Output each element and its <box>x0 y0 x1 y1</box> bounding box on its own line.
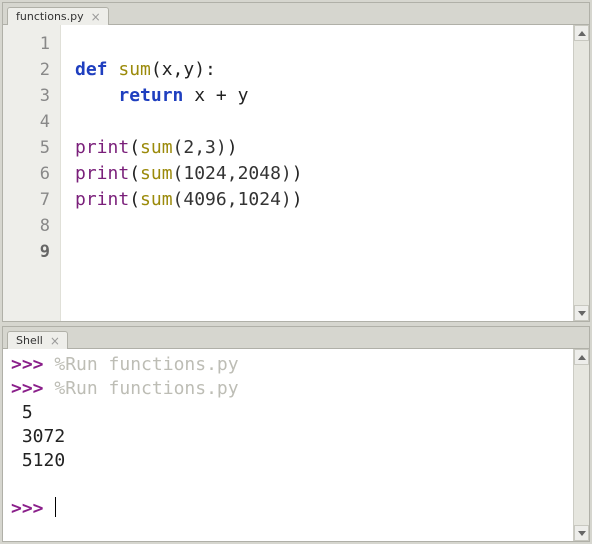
line-number: 2 <box>3 57 60 83</box>
line-number: 4 <box>3 109 60 135</box>
scroll-up-button[interactable] <box>574 349 589 365</box>
code-line: print(sum(2,3)) <box>75 137 238 158</box>
line-number-gutter: 1 2 3 4 5 6 7 8 9 <box>3 25 61 321</box>
code-line: print(sum(4096,1024)) <box>75 189 303 210</box>
code-editor[interactable]: def sum(x,y): return x + y print(sum(2,3… <box>61 25 573 321</box>
scroll-down-button[interactable] <box>574 305 589 321</box>
shell-line: >>> %Run functions.py <box>11 354 239 375</box>
close-icon[interactable]: × <box>90 11 102 23</box>
scroll-up-button[interactable] <box>574 25 589 41</box>
editor-tabbar: functions.py × <box>3 3 589 25</box>
shell-output: 3072 <box>11 426 65 447</box>
tab-functions-py[interactable]: functions.py × <box>7 7 109 25</box>
line-number: 3 <box>3 83 60 109</box>
scroll-down-button[interactable] <box>574 525 589 541</box>
shell-line: >>> <box>11 498 56 519</box>
editor-content: 1 2 3 4 5 6 7 8 9 def sum(x,y): return x… <box>3 25 589 321</box>
tab-label: functions.py <box>16 10 84 23</box>
chevron-up-icon <box>578 355 586 360</box>
chevron-up-icon <box>578 31 586 36</box>
shell-terminal[interactable]: >>> %Run functions.py >>> %Run functions… <box>3 349 573 541</box>
tab-shell[interactable]: Shell × <box>7 331 68 349</box>
line-number: 7 <box>3 187 60 213</box>
line-number: 1 <box>3 31 60 57</box>
shell-output: 5 <box>11 402 33 423</box>
chevron-down-icon <box>578 531 586 536</box>
code-line: def sum(x,y): <box>75 59 216 80</box>
shell-output: 5120 <box>11 450 65 471</box>
shell-scrollbar[interactable] <box>573 349 589 541</box>
line-number: 6 <box>3 161 60 187</box>
code-line: print(sum(1024,2048)) <box>75 163 303 184</box>
tab-label: Shell <box>16 334 43 347</box>
shell-tabbar: Shell × <box>3 327 589 349</box>
line-number: 8 <box>3 213 60 239</box>
close-icon[interactable]: × <box>49 335 61 347</box>
shell-content: >>> %Run functions.py >>> %Run functions… <box>3 349 589 541</box>
cursor-icon <box>55 497 56 517</box>
line-number: 5 <box>3 135 60 161</box>
chevron-down-icon <box>578 311 586 316</box>
shell-line: >>> %Run functions.py <box>11 378 239 399</box>
code-line: return x + y <box>75 85 248 106</box>
editor-panel: functions.py × 1 2 3 4 5 6 7 8 9 def sum… <box>2 2 590 322</box>
editor-scrollbar[interactable] <box>573 25 589 321</box>
shell-panel: Shell × >>> %Run functions.py >>> %Run f… <box>2 326 590 542</box>
line-number: 9 <box>3 239 60 265</box>
